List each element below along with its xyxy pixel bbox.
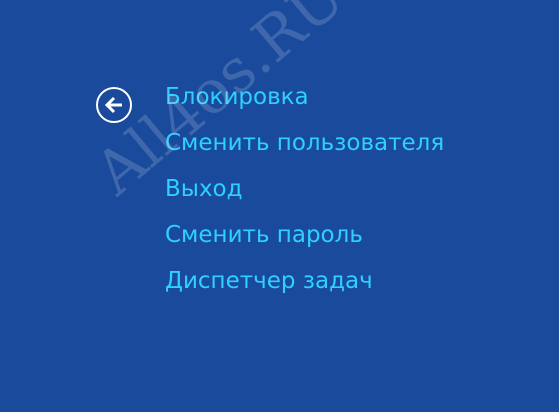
menu-item-sign-out[interactable]: Выход	[165, 173, 444, 219]
menu-item-task-manager[interactable]: Диспетчер задач	[165, 265, 444, 311]
back-button[interactable]	[96, 87, 132, 123]
menu-item-lock[interactable]: Блокировка	[165, 81, 444, 127]
menu-item-change-password[interactable]: Сменить пароль	[165, 219, 444, 265]
menu-item-switch-user[interactable]: Сменить пользователя	[165, 127, 444, 173]
security-options-menu: Блокировка Сменить пользователя Выход См…	[165, 81, 444, 311]
security-options-screen: Блокировка Сменить пользователя Выход См…	[0, 0, 559, 412]
back-arrow-icon	[103, 94, 125, 116]
